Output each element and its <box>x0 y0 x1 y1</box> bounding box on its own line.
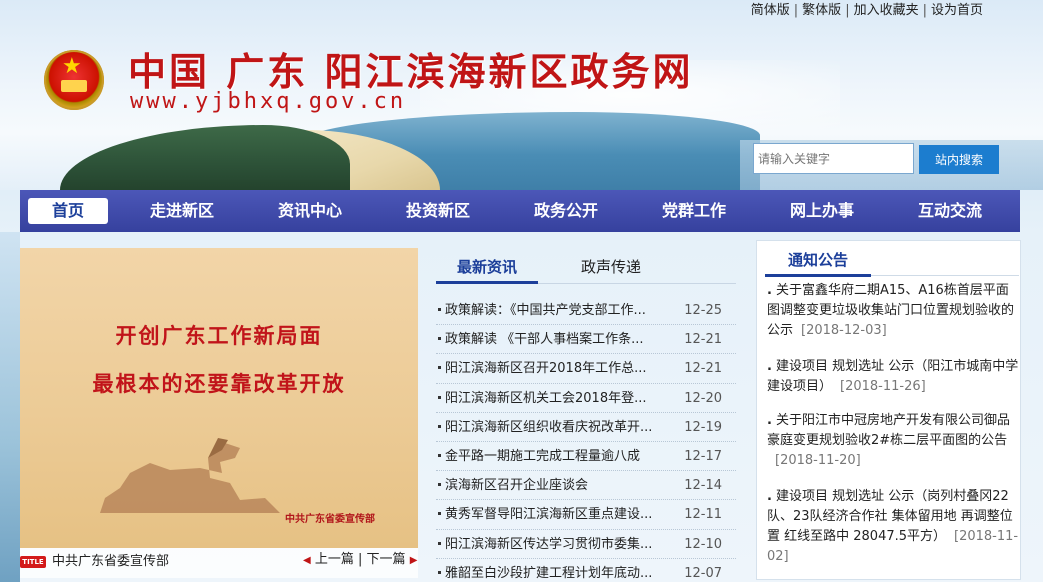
bullet-icon: . <box>767 359 772 374</box>
nav-party[interactable]: 党群工作 <box>630 198 758 224</box>
bullet-icon: . <box>767 489 772 504</box>
news-date: 12-21 <box>684 332 722 348</box>
site-url: www.yjbhxq.gov.cn <box>130 89 407 114</box>
news-tabs: 最新资讯 政声传递 <box>436 250 736 284</box>
bullet-icon <box>438 308 441 311</box>
notice-item[interactable]: . 建设项目 规划选址 公示（阳江市城南中学建设项目） [2018-11-26] <box>767 357 1019 397</box>
news-item[interactable]: 金平路一期施工完成工程量逾八成 12-17 <box>436 442 736 472</box>
bull-sculpture-icon <box>100 438 280 513</box>
nav-about[interactable]: 走进新区 <box>118 198 246 224</box>
news-title[interactable]: 雅韶至白沙段扩建工程计划年底动... <box>445 564 677 582</box>
search-button[interactable]: 站内搜索 <box>919 145 999 174</box>
link-add-favorite[interactable]: 加入收藏夹 <box>854 3 919 18</box>
link-traditional[interactable]: 繁体版 <box>802 3 841 18</box>
notice-item[interactable]: . 建设项目 规划选址 公示（岗列村叠冈22队、23队经济合作社 集体留用地 再调… <box>767 487 1019 567</box>
link-simplified[interactable]: 简体版 <box>751 3 790 18</box>
banner-forest <box>60 125 350 190</box>
notice-date: [2018-11-20] <box>775 453 861 468</box>
notice-date: [2018-12-03] <box>801 323 887 338</box>
news-title[interactable]: 黄秀军督导阳江滨海新区重点建设... <box>445 505 677 525</box>
nav-online-services[interactable]: 网上办事 <box>758 198 886 224</box>
bullet-icon <box>438 337 441 341</box>
link-set-homepage[interactable]: 设为首页 <box>931 3 983 18</box>
news-title[interactable]: 阳江滨海新区组织收看庆祝改革开... <box>445 418 677 438</box>
news-title[interactable]: 阳江滨海新区传达学习贯彻市委集... <box>445 535 677 555</box>
news-title[interactable]: 政策解读 《干部人事档案工作条... <box>445 330 677 350</box>
news-title[interactable]: 金平路一期施工完成工程量逾八成 <box>445 447 677 467</box>
notice-item[interactable]: . 关于阳江市中冠房地产开发有限公司御品豪庭变更规划验收2#栋二层平面图的公告 [2… <box>767 411 1019 471</box>
left-edge-decoration <box>0 232 20 582</box>
search-input[interactable] <box>753 143 914 174</box>
header-banner: ★ 中国 广东 阳江滨海新区政务网 www.yjbhxq.gov.cn 简体版 |… <box>0 0 1043 190</box>
bullet-icon <box>438 541 441 545</box>
poster-credit: 中共广东省委宣传部 <box>285 514 375 525</box>
notice-text[interactable]: 关于阳江市中冠房地产开发有限公司御品豪庭变更规划验收2#栋二层平面图的公告 <box>767 413 1010 448</box>
bullet-icon <box>438 395 441 399</box>
prev-button[interactable]: 上一篇 <box>315 552 354 567</box>
notice-heading[interactable]: 通知公告 <box>765 245 871 277</box>
news-item[interactable]: 滨海新区召开企业座谈会 12-14 <box>436 471 736 501</box>
nav-home[interactable]: 首页 <box>28 198 108 224</box>
poster-slogan-1: 开创广东工作新局面 <box>115 323 323 348</box>
next-button[interactable]: 下一篇 <box>367 552 406 567</box>
bullet-icon <box>438 424 441 428</box>
news-date: 12-20 <box>684 390 722 406</box>
news-title[interactable]: 阳江滨海新区召开2018年工作总... <box>445 359 677 379</box>
bullet-icon <box>438 483 441 487</box>
tab-gov-voice[interactable]: 政声传递 <box>581 256 641 278</box>
poster-pager: ◀ 上一篇 | 下一篇 ▶ <box>303 550 417 571</box>
news-title[interactable]: 滨海新区召开企业座谈会 <box>445 476 677 496</box>
news-date: 12-25 <box>684 303 722 318</box>
notice-divider <box>871 275 1019 276</box>
news-list: 政策解读：《中国共产党支部工作... 12-25 政策解读 《干部人事档案工作条.… <box>436 296 736 582</box>
poster-slogan-2: 最根本的还要靠改革开放 <box>92 371 346 396</box>
top-links: 简体版 | 繁体版 | 加入收藏夹 | 设为首页 <box>750 3 983 18</box>
news-item[interactable]: 阳江滨海新区机关工会2018年登... 12-20 <box>436 384 736 413</box>
news-item[interactable]: 政策解读：《中国共产党支部工作... 12-25 <box>436 296 736 326</box>
news-date: 12-21 <box>684 361 722 377</box>
bullet-icon <box>438 453 441 457</box>
national-emblem-icon: ★ <box>44 50 104 110</box>
bullet-icon <box>438 366 441 370</box>
notice-date: [2018-11-26] <box>840 379 926 394</box>
notice-item[interactable]: . 关于富鑫华府二期A15、A16栋首层平面图调整变更垃圾收集站门口位置规划验收的… <box>767 281 1019 341</box>
featured-poster[interactable]: 开创广东工作新局面 最根本的还要靠改革开放 中共广东省委宣传部 <box>20 248 418 548</box>
nav-interaction[interactable]: 互动交流 <box>886 198 1014 224</box>
news-item[interactable]: 黄秀军督导阳江滨海新区重点建设... 12-11 <box>436 500 736 530</box>
news-date: 12-17 <box>684 448 722 464</box>
bullet-icon: . <box>767 413 772 428</box>
title-tag-badge: TITLE <box>20 556 46 568</box>
news-title[interactable]: 阳江滨海新区机关工会2018年登... <box>445 389 677 409</box>
bullet-icon <box>438 570 441 574</box>
news-date: 12-07 <box>684 565 722 581</box>
news-item[interactable]: 雅韶至白沙段扩建工程计划年底动... 12-07 <box>436 559 736 582</box>
news-item[interactable]: 政策解读 《干部人事档案工作条... 12-21 <box>436 325 736 355</box>
nav-news[interactable]: 资讯中心 <box>246 198 374 224</box>
news-date: 12-11 <box>684 507 722 523</box>
news-date: 12-10 <box>684 536 722 552</box>
prev-arrow-icon: ◀ <box>303 555 311 566</box>
bullet-icon <box>438 512 441 516</box>
next-arrow-icon: ▶ <box>409 555 418 566</box>
nav-gov-affairs[interactable]: 政务公开 <box>502 198 630 224</box>
news-item[interactable]: 阳江滨海新区组织收看庆祝改革开... 12-19 <box>436 413 736 442</box>
tab-latest-news[interactable]: 最新资讯 <box>436 256 538 284</box>
bullet-icon: . <box>767 283 772 298</box>
news-item[interactable]: 阳江滨海新区召开2018年工作总... 12-21 <box>436 354 736 384</box>
main-nav: 首页 走进新区 资讯中心 投资新区 政务公开 党群工作 网上办事 互动交流 <box>20 190 1020 232</box>
news-item[interactable]: 阳江滨海新区传达学习贯彻市委集... 12-10 <box>436 530 736 559</box>
poster-caption[interactable]: 中共广东省委宣传部 <box>52 552 169 572</box>
news-title[interactable]: 政策解读：《中国共产党支部工作... <box>445 301 677 321</box>
pager-divider: | <box>358 552 363 567</box>
news-date: 12-19 <box>684 419 722 435</box>
news-date: 12-14 <box>684 478 722 494</box>
notice-panel: 通知公告 . 关于富鑫华府二期A15、A16栋首层平面图调整变更垃圾收集站门口位置… <box>756 240 1021 580</box>
nav-invest[interactable]: 投资新区 <box>374 198 502 224</box>
